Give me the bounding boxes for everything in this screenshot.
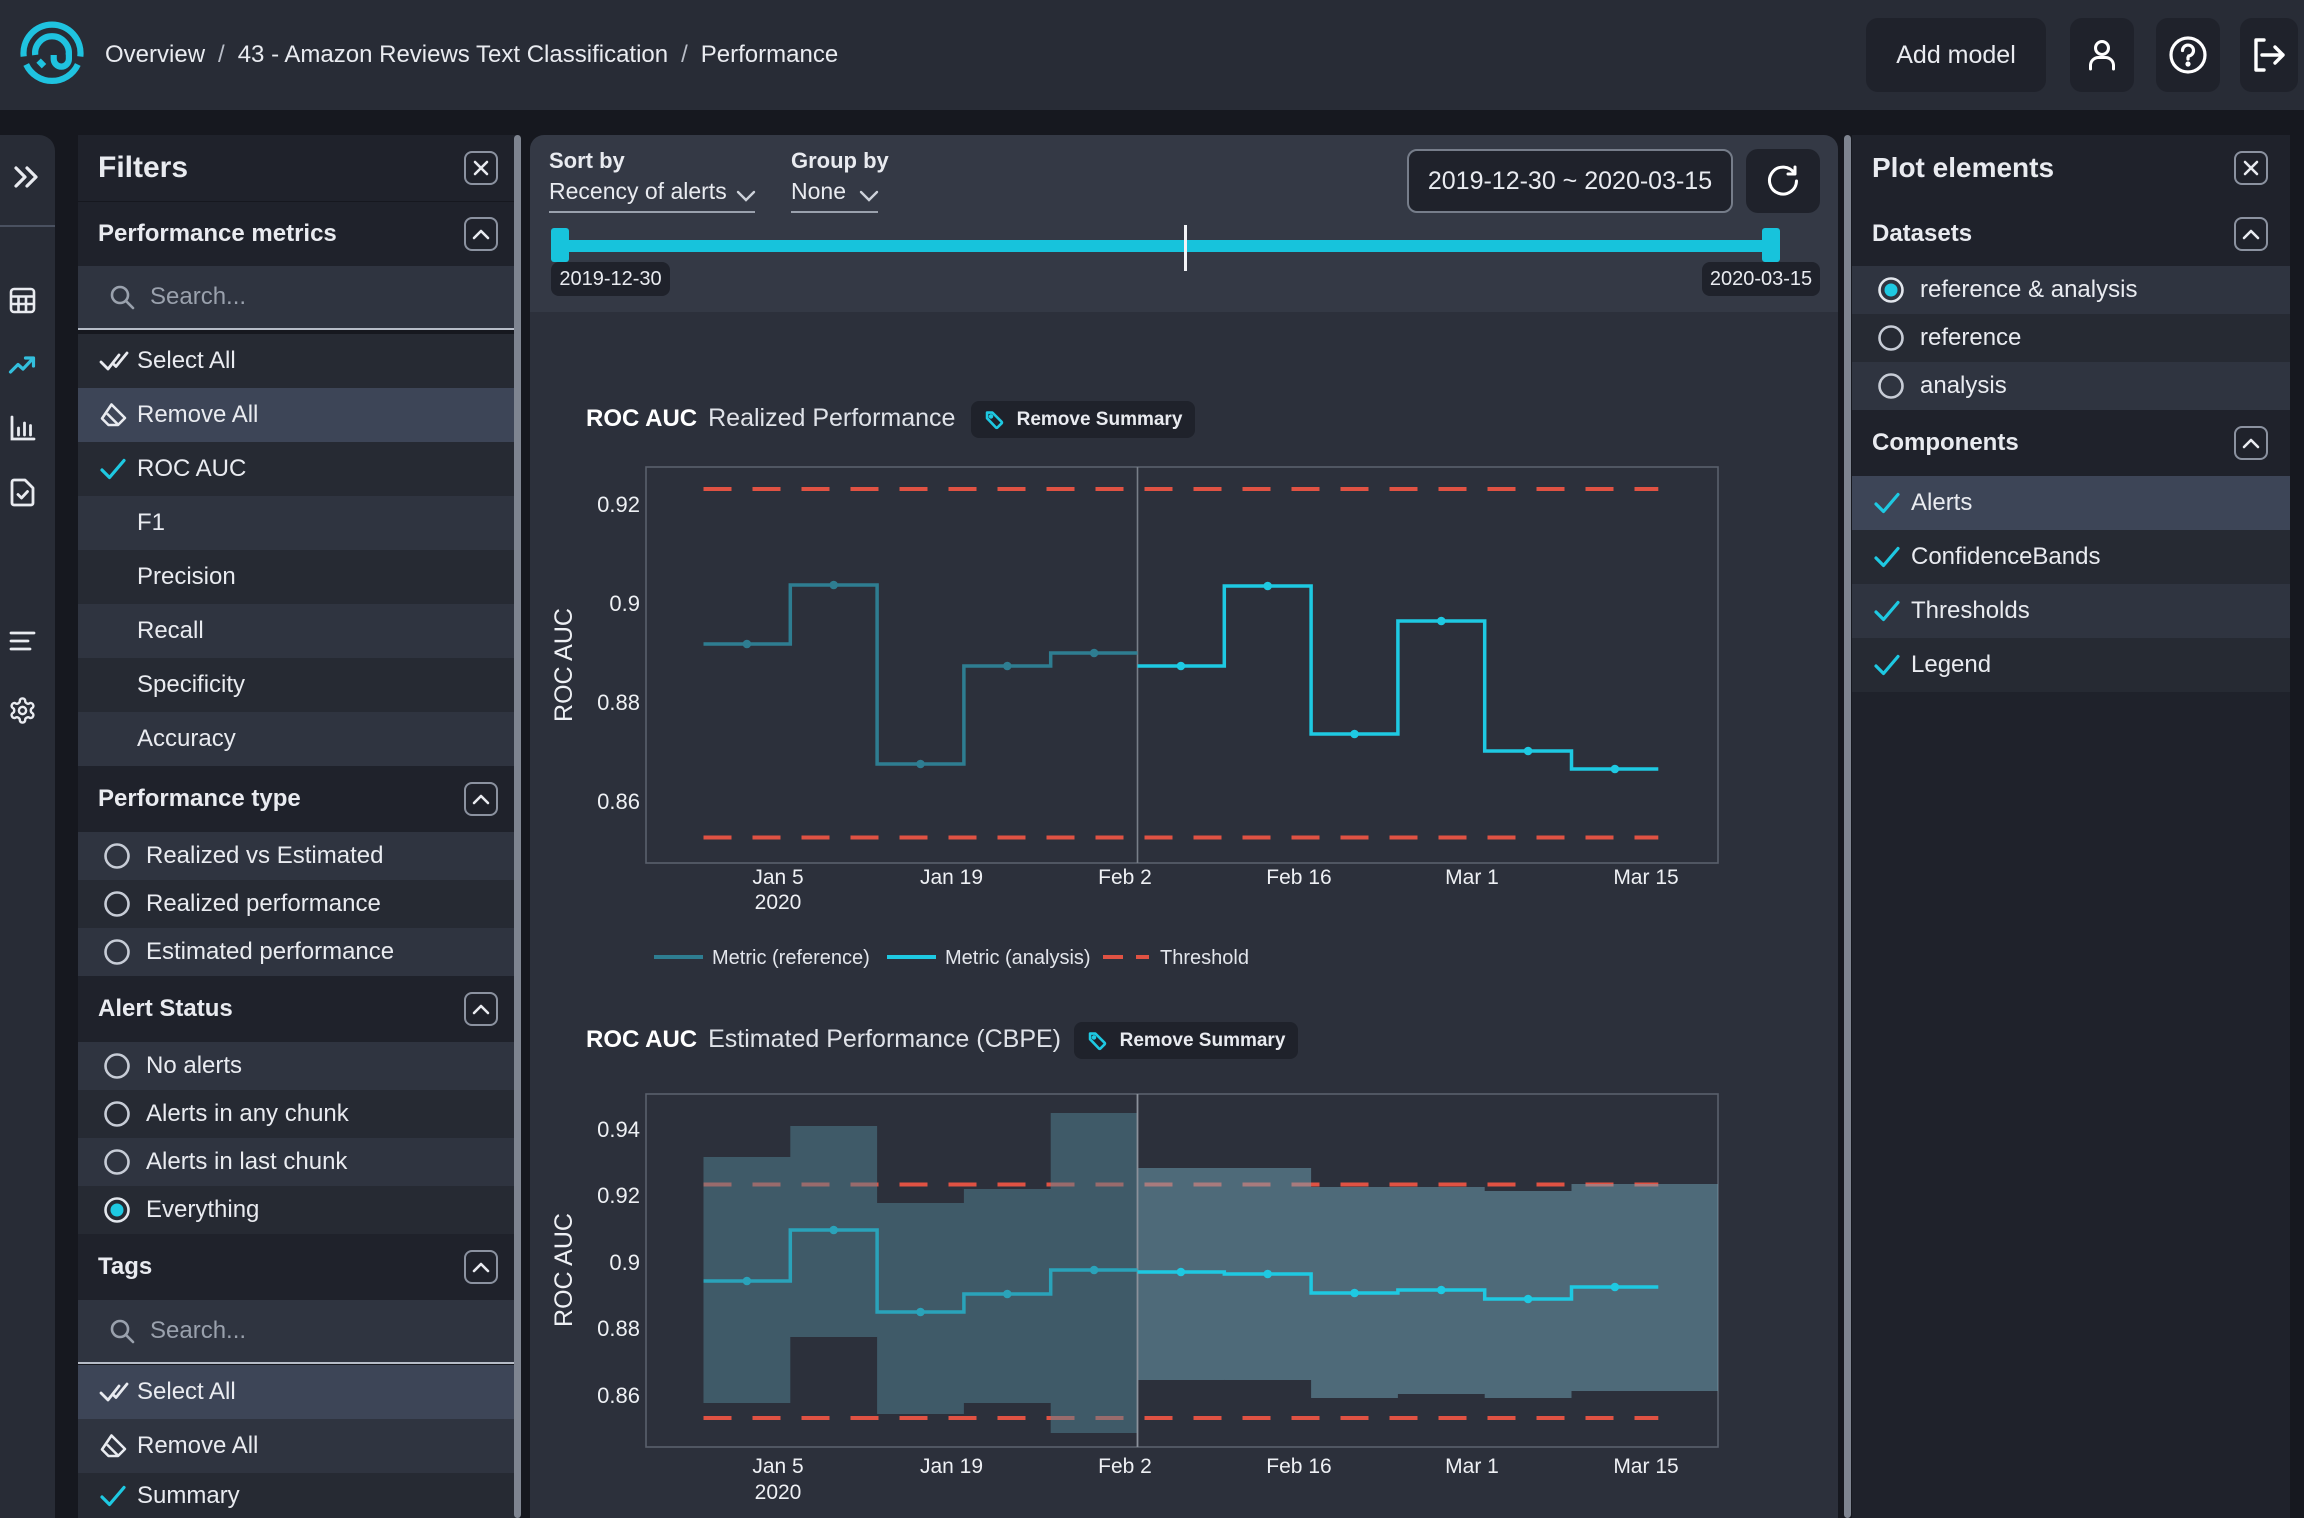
- svg-text:Jan 5: Jan 5: [752, 1455, 803, 1478]
- svg-text:0.9: 0.9: [609, 1250, 640, 1275]
- svg-text:Mar 15: Mar 15: [1613, 1455, 1678, 1478]
- svg-text:Feb 16: Feb 16: [1266, 1455, 1331, 1478]
- svg-text:0.92: 0.92: [597, 1183, 640, 1208]
- svg-text:ROC AUC: ROC AUC: [550, 1213, 578, 1327]
- svg-text:Feb 2: Feb 2: [1098, 1455, 1152, 1478]
- svg-text:Jan 19: Jan 19: [920, 1455, 983, 1478]
- svg-text:0.88: 0.88: [597, 1316, 640, 1341]
- svg-text:2020: 2020: [755, 1481, 802, 1504]
- svg-text:0.86: 0.86: [597, 1383, 640, 1408]
- svg-text:Mar 1: Mar 1: [1445, 1455, 1499, 1478]
- svg-text:0.94: 0.94: [597, 1117, 640, 1142]
